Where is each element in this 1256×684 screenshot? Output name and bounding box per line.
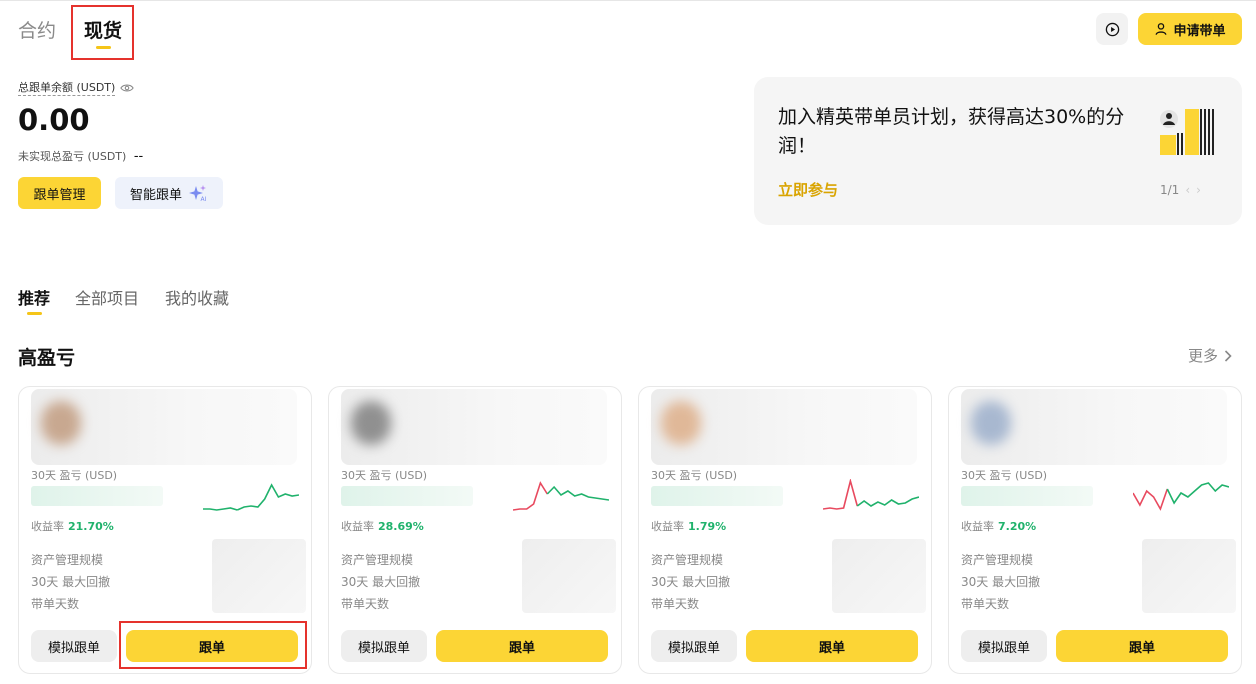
sparkline-segment-late	[1166, 482, 1229, 505]
promo-banner-title: 加入精英带单员计划，获得高达30%的分润！	[778, 106, 1125, 157]
aum-label: 资产管理规模	[961, 553, 1034, 567]
smart-copy-button[interactable]: 智能跟单 AI	[115, 177, 223, 209]
promo-pagination: 1/1 ‹ ›	[1160, 183, 1201, 197]
balance-label-text: 总跟单余额 (USDT)	[18, 81, 116, 96]
roi: 收益率 7.20%	[961, 518, 1036, 534]
smart-copy-label: 智能跟单	[129, 187, 182, 203]
apply-lead-trader-label: 申请带单	[1173, 23, 1226, 39]
roi-label: 收益率	[651, 520, 684, 533]
max-drawdown-label: 30天 最大回撤	[341, 575, 421, 589]
roi-label: 收益率	[341, 520, 374, 533]
unrealized-pnl-value: --	[133, 149, 144, 164]
ai-sparkle-icon: AI	[189, 185, 207, 202]
top-divider	[0, 0, 1256, 1]
avatar	[351, 401, 391, 445]
tab-futures[interactable]: 合约	[18, 16, 56, 43]
copy-trade-button[interactable]: 跟单	[436, 630, 608, 662]
pnl-sparkline	[513, 481, 609, 511]
stats-values-blurred	[212, 539, 306, 613]
roi-value: 21.70%	[68, 520, 114, 533]
chevron-right-icon[interactable]: ›	[1196, 183, 1201, 197]
simulate-copy-button[interactable]: 模拟跟单	[341, 630, 427, 662]
simulate-copy-button[interactable]: 模拟跟单	[31, 630, 117, 662]
chevron-left-icon[interactable]: ‹	[1185, 183, 1190, 197]
avatar	[661, 401, 701, 445]
svg-text:AI: AI	[201, 196, 207, 202]
trader-card[interactable]: 30天 盈亏 (USD) 收益率 28.69% 资产管理规模 30天 最大回撤 带单天数模…	[328, 386, 622, 674]
trader-card[interactable]: 30天 盈亏 (USD) 收益率 1.79% 资产管理规模 30天 最大回撤 带单天数模拟…	[638, 386, 932, 674]
lead-days-label: 带单天数	[341, 597, 390, 611]
max-drawdown-label: 30天 最大回撤	[651, 575, 731, 589]
copy-trade-button[interactable]: 跟单	[1056, 630, 1228, 662]
tab-my-favorites[interactable]: 我的收藏	[165, 285, 229, 309]
play-tutorial-button[interactable]	[1096, 13, 1128, 45]
roi-label: 收益率	[31, 520, 64, 533]
roi: 收益率 28.69%	[341, 518, 424, 534]
spot-tab-highlight	[71, 5, 134, 60]
promo-join-link[interactable]: 立即参与	[778, 179, 838, 200]
pnl-30d-value-blurred	[31, 486, 163, 506]
roi-value: 7.20%	[998, 520, 1037, 533]
pnl-sparkline	[823, 479, 919, 510]
stats-values-blurred	[522, 539, 616, 613]
stats-values-blurred	[832, 539, 926, 613]
sparkline-segment-late	[546, 485, 609, 501]
roi: 收益率 21.70%	[31, 518, 114, 534]
max-drawdown-label: 30天 最大回撤	[961, 575, 1041, 589]
tab-all-projects[interactable]: 全部项目	[75, 285, 139, 309]
roi-value: 28.69%	[378, 520, 424, 533]
apply-lead-trader-button[interactable]: 申请带单	[1138, 13, 1242, 45]
user-icon	[1156, 23, 1167, 35]
simulate-copy-button[interactable]: 模拟跟单	[961, 630, 1047, 662]
sparkline-segment-early	[1133, 488, 1169, 511]
stats-values-blurred	[1142, 539, 1236, 613]
aum-label: 资产管理规模	[651, 553, 724, 567]
pnl-30d-label: 30天 盈亏 (USD)	[341, 469, 428, 482]
lead-days-label: 带单天数	[961, 597, 1010, 611]
tab-recommended-underline	[27, 312, 42, 315]
avatar	[971, 401, 1011, 445]
promo-banner[interactable]: 加入精英带单员计划，获得高达30%的分润！ 立即参与 1/1 ‹ ›	[754, 77, 1242, 225]
unrealized-pnl-label: 未实现总盈亏 (USDT)	[18, 150, 127, 163]
roi: 收益率 1.79%	[651, 518, 726, 534]
eye-icon[interactable]	[120, 83, 135, 93]
more-link[interactable]: 更多	[1188, 345, 1232, 366]
unrealized-pnl: 未实现总盈亏 (USDT) --	[18, 148, 143, 164]
sparkline-segment-late	[856, 496, 919, 507]
pnl-sparkline	[203, 483, 299, 511]
simulate-copy-button[interactable]: 模拟跟单	[651, 630, 737, 662]
pnl-30d-label: 30天 盈亏 (USD)	[31, 469, 118, 482]
more-link-label: 更多	[1188, 347, 1219, 365]
balance-label: 总跟单余额 (USDT)	[18, 79, 135, 96]
copy-manage-button[interactable]: 跟单管理	[18, 177, 101, 209]
chevron-right-icon	[1224, 349, 1232, 362]
tab-recommended[interactable]: 推荐	[18, 285, 50, 309]
roi-label: 收益率	[961, 520, 994, 533]
lead-days-label: 带单天数	[651, 597, 700, 611]
elite-trader-illustration-icon	[1160, 109, 1214, 155]
follow-button-highlight	[119, 621, 307, 669]
trader-card[interactable]: 30天 盈亏 (USD) 收益率 7.20% 资产管理规模 30天 最大回撤 带单天数模拟…	[948, 386, 1242, 674]
aum-label: 资产管理规模	[341, 553, 414, 567]
play-circle-icon	[1105, 22, 1119, 36]
copy-trade-button[interactable]: 跟单	[746, 630, 918, 662]
roi-value: 1.79%	[688, 520, 727, 533]
aum-label: 资产管理规模	[31, 553, 104, 567]
sparkline-segment-early	[203, 507, 238, 511]
max-drawdown-label: 30天 最大回撤	[31, 575, 111, 589]
sparkline-segment-early	[513, 481, 548, 511]
balance-value: 0.00	[18, 103, 90, 137]
pnl-sparkline	[1133, 482, 1229, 511]
pnl-30d-label: 30天 盈亏 (USD)	[961, 469, 1048, 482]
promo-page-indicator: 1/1	[1160, 183, 1180, 197]
pnl-30d-value-blurred	[651, 486, 783, 506]
sparkline-segment-late	[236, 483, 299, 511]
lead-days-label: 带单天数	[31, 597, 80, 611]
pnl-30d-value-blurred	[341, 486, 473, 506]
pnl-30d-value-blurred	[961, 486, 1093, 506]
section-title: 高盈亏	[18, 347, 76, 369]
avatar	[41, 401, 81, 445]
sparkline-segment-early	[823, 479, 859, 510]
pnl-30d-label: 30天 盈亏 (USD)	[651, 469, 738, 482]
